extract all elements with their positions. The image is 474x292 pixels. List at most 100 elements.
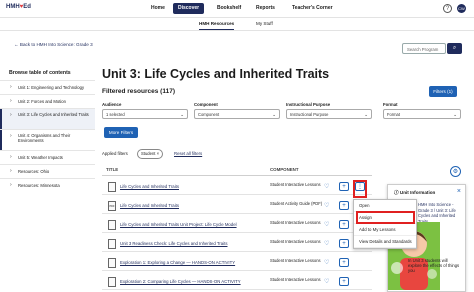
settings-gear-icon[interactable]: ⚙: [450, 166, 461, 177]
nav-home[interactable]: Home: [151, 0, 165, 17]
toc-item-label: Resources: Ohio: [18, 169, 50, 174]
audience-select[interactable]: 1 selected ⌄: [102, 109, 188, 119]
toc-item-resources-ohio[interactable]: › Resources: Ohio: [0, 164, 95, 178]
toc-item-label: Unit 1: Engineering and Technology: [18, 85, 85, 90]
toc-item-label: Resources: Minnesota: [18, 183, 60, 188]
close-icon[interactable]: ×: [457, 188, 461, 195]
audience-value: 1 selected: [106, 112, 125, 117]
document-icon: [108, 182, 116, 192]
resource-title-link[interactable]: Exploration 2: Comparing Life Cycles — H…: [120, 279, 241, 284]
resource-title-link[interactable]: Unit 3 Readiness Check: Life Cycles and …: [120, 241, 227, 246]
tab-my-stuff[interactable]: My Stuff: [256, 19, 273, 29]
favorite-heart-icon[interactable]: ♡: [324, 240, 329, 247]
tab-hmh-resources[interactable]: HMH Resources: [199, 19, 235, 30]
format-label: Format: [383, 102, 398, 107]
unit-info-header: ⓘ Unit Information: [394, 190, 435, 196]
close-icon[interactable]: ×: [155, 151, 159, 156]
menu-item-add-to-my-lessons[interactable]: Add to My Lessons: [354, 224, 416, 236]
unit-info-body: In Unit 3 students will explore the effe…: [408, 258, 460, 273]
help-icon[interactable]: ?: [443, 4, 452, 13]
format-value: Format: [387, 112, 400, 117]
favorite-heart-icon[interactable]: ♡: [324, 221, 329, 228]
chevron-down-icon: ⌄: [272, 112, 276, 117]
toc-item-unit-3[interactable]: › Unit 3: Life Cycles and Inherited Trait…: [0, 108, 95, 129]
add-plus-icon[interactable]: +: [339, 220, 349, 229]
nav-discover[interactable]: Discover: [173, 3, 205, 14]
column-component: COMPONENT: [270, 167, 299, 172]
nav-bookshelf[interactable]: Bookshelf: [217, 0, 241, 17]
favorite-heart-icon[interactable]: ♡: [324, 183, 329, 190]
resource-title-link[interactable]: Life Cycles and Inherited Traits Unit Pr…: [120, 222, 237, 227]
chevron-down-icon: ⌄: [364, 112, 368, 117]
user-avatar[interactable]: CW: [457, 4, 466, 13]
favorite-heart-icon[interactable]: ♡: [324, 278, 329, 285]
back-link[interactable]: ← Back to HMH Into Science: Grade 3: [14, 42, 93, 47]
table-row: Unit 3 Readiness Check: Life Cycles and …: [102, 237, 372, 252]
toc-item-unit-2[interactable]: › Unit 2: Forces and Motion: [0, 94, 95, 108]
resource-title-link[interactable]: Life Cycles and Inherited Traits: [120, 184, 179, 189]
reset-filters-link[interactable]: Reset all filters: [174, 151, 202, 156]
nav-teachers-corner[interactable]: Teacher's Corner: [292, 0, 333, 17]
resource-component: Student Interactive Lessons: [270, 239, 321, 244]
add-plus-icon[interactable]: +: [339, 258, 349, 267]
component-select[interactable]: Component ⌄: [194, 109, 280, 119]
logo-text: HMH: [6, 4, 20, 10]
table-row: Life Cycles and Inherited Traits Unit Pr…: [102, 218, 372, 233]
add-plus-icon[interactable]: +: [339, 277, 349, 286]
toc-item-label: Unit 3: Life Cycles and Inherited Traits: [18, 112, 89, 117]
pdf-document-icon: PDF: [108, 201, 116, 211]
chevron-down-icon: ⌄: [453, 112, 457, 117]
table-row: Exploration 1: Exploring a Change — HAND…: [102, 256, 372, 271]
row-context-menu: Open Assign Add to My Lessons View Detai…: [353, 199, 417, 249]
page-title: Unit 3: Life Cycles and Inherited Traits: [102, 67, 330, 81]
toc-item-unit-4[interactable]: › Unit 4: Organisms and Their Environment…: [0, 129, 95, 150]
back-link-label: Back to HMH Into Science: Grade 3: [19, 42, 93, 47]
search-input[interactable]: Search Program: [402, 43, 446, 54]
resource-title-link[interactable]: Exploration 1: Exploring a Change — HAND…: [120, 260, 235, 265]
favorite-heart-icon[interactable]: ♡: [324, 259, 329, 266]
resource-component: Student Interactive Lessons: [270, 220, 321, 225]
more-filters-button[interactable]: More Filters: [104, 127, 138, 138]
filters-button[interactable]: Filters (1): [429, 86, 457, 97]
hmh-ed-logo[interactable]: HMH♥Ed: [6, 4, 31, 10]
document-icon: [108, 277, 116, 287]
unit-info-title: Unit Information: [399, 190, 436, 195]
instructional-purpose-label: Instructional Purpose: [286, 102, 331, 107]
top-navigation-bar: HMH♥Ed Home Discover Bookshelf Reports T…: [0, 0, 474, 18]
search-button[interactable]: ⌕: [447, 43, 462, 54]
unit-info-path: HMH Into Science - Grade 3 / Unit 3: Lif…: [418, 202, 456, 224]
logo-suffix: Ed: [23, 4, 31, 10]
menu-item-view-details[interactable]: View Details and Standards: [354, 236, 416, 248]
resource-component: Student Interactive Lessons: [270, 258, 321, 263]
chevron-right-icon: ›: [10, 84, 12, 90]
instructional-purpose-select[interactable]: Instructional Purpose ⌄: [286, 109, 372, 119]
nav-reports[interactable]: Reports: [256, 0, 275, 17]
toc-title: Browse table of contents: [9, 70, 71, 76]
chevron-right-icon: ›: [10, 98, 12, 104]
toc-item-unit-1[interactable]: › Unit 1: Engineering and Technology: [0, 80, 95, 94]
toc-item-unit-5[interactable]: › Unit 5: Weather Impacts: [0, 150, 95, 164]
table-row: Life Cycles and Inherited Traits Student…: [102, 180, 372, 195]
chevron-right-icon: ›: [10, 112, 12, 118]
sub-navigation: HMH Resources My Stuff: [0, 18, 474, 31]
filter-chip-student[interactable]: Student ×: [137, 149, 164, 159]
search-icon: ⌕: [452, 45, 457, 51]
table-row: PDF Life Cycles and Inherited Traits Stu…: [102, 199, 372, 214]
toc-item-label: Unit 5: Weather Impacts: [18, 155, 63, 160]
chevron-right-icon: ›: [10, 133, 12, 139]
applied-filters-label: Applied filters: [102, 151, 128, 156]
highlight-assign-box: [356, 211, 415, 224]
audience-label: Audience: [102, 102, 122, 107]
resource-title-link[interactable]: Life Cycles and Inherited Traits: [120, 203, 179, 208]
toc-item-resources-minnesota[interactable]: › Resources: Minnesota: [0, 178, 95, 192]
add-plus-icon[interactable]: +: [339, 201, 349, 210]
chevron-down-icon: ⌄: [180, 112, 184, 117]
component-value: Component: [198, 112, 220, 117]
add-plus-icon[interactable]: +: [339, 182, 349, 191]
format-select[interactable]: Format ⌄: [383, 109, 461, 119]
add-plus-icon[interactable]: +: [339, 239, 349, 248]
table-header: TITLE COMPONENT: [102, 164, 372, 176]
document-icon: [108, 258, 116, 268]
favorite-heart-icon[interactable]: ♡: [324, 202, 329, 209]
component-label: Component: [194, 102, 218, 107]
